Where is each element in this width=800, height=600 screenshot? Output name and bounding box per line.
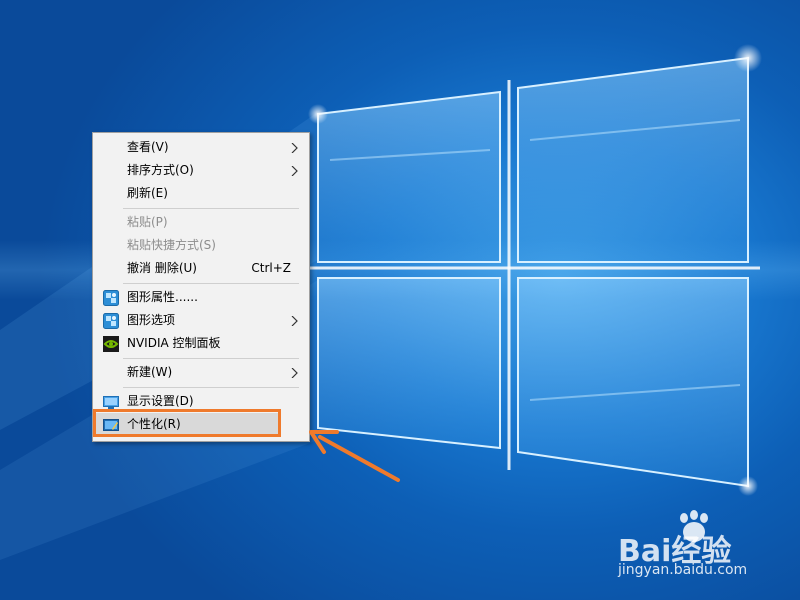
menu-item-new[interactable]: 新建(W) — [93, 361, 309, 384]
nvidia-icon — [103, 336, 119, 352]
logo-pane-top-right — [517, 56, 749, 263]
desktop-context-menu: 查看(V) 排序方式(O) 刷新(E) 粘贴(P) 粘贴快捷方式(S) 撤消 删… — [92, 132, 310, 442]
chevron-right-icon — [291, 166, 298, 176]
menu-item-label: 粘贴(P) — [127, 215, 168, 229]
menu-item-label: 粘贴快捷方式(S) — [127, 238, 216, 252]
menu-item-graphics-properties[interactable]: 图形属性...... — [93, 286, 309, 309]
menu-item-label: 排序方式(O) — [127, 163, 194, 177]
logo-pane-bottom-left — [317, 277, 501, 450]
chevron-right-icon — [291, 368, 298, 378]
menu-separator — [123, 387, 299, 388]
menu-item-shortcut: Ctrl+Z — [251, 261, 291, 275]
intel-graphics-icon — [103, 313, 119, 329]
menu-item-nvidia-control-panel[interactable]: NVIDIA 控制面板 — [93, 332, 309, 355]
logo-pane-top-left — [317, 90, 501, 263]
logo-pane-bottom-right — [517, 277, 749, 488]
menu-item-refresh[interactable]: 刷新(E) — [93, 182, 309, 205]
menu-item-label: 撤消 删除(U) — [127, 261, 197, 275]
menu-item-paste[interactable]: 粘贴(P) — [93, 211, 309, 234]
menu-item-label: NVIDIA 控制面板 — [127, 336, 221, 350]
callout-highlight-box — [93, 409, 281, 437]
chevron-right-icon — [291, 316, 298, 326]
intel-graphics-icon — [103, 290, 119, 306]
menu-item-label: 新建(W) — [127, 365, 173, 379]
menu-item-label: 图形属性...... — [127, 290, 198, 304]
menu-separator — [123, 208, 299, 209]
baidu-jingyan-watermark: Bai经验 jingyan.baidu.com — [612, 510, 792, 584]
menu-item-graphics-options[interactable]: 图形选项 — [93, 309, 309, 332]
menu-separator — [123, 358, 299, 359]
watermark-url: jingyan.baidu.com — [618, 562, 748, 578]
chevron-right-icon — [291, 143, 298, 153]
menu-item-paste-shortcut[interactable]: 粘贴快捷方式(S) — [93, 234, 309, 257]
menu-item-label: 刷新(E) — [127, 186, 168, 200]
menu-separator — [123, 283, 299, 284]
display-settings-icon — [103, 396, 119, 409]
menu-item-sort-by[interactable]: 排序方式(O) — [93, 159, 309, 182]
menu-item-undo-delete[interactable]: 撤消 删除(U) Ctrl+Z — [93, 257, 309, 280]
menu-item-label: 查看(V) — [127, 140, 169, 154]
menu-item-label: 图形选项 — [127, 313, 176, 327]
menu-item-view[interactable]: 查看(V) — [93, 136, 309, 159]
